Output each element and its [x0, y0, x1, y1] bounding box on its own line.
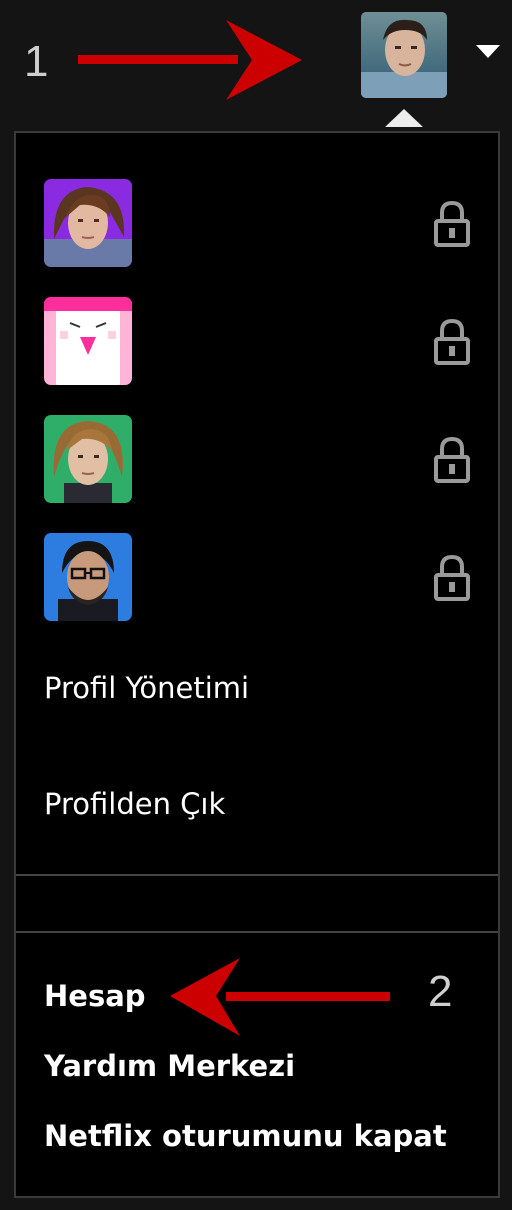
exit-profile-link[interactable]: Profilden Çık [44, 787, 225, 821]
account-link[interactable]: Hesap [44, 979, 146, 1013]
annotation-number-2: 2 [428, 967, 453, 1016]
dropdown-pointer [385, 109, 423, 127]
profile-item[interactable] [44, 179, 484, 267]
caret-down-icon[interactable] [476, 45, 500, 58]
help-center-link[interactable]: Yardım Merkezi [44, 1049, 295, 1083]
annotation-arrow-left [170, 958, 390, 1036]
profile-avatar-icon [44, 179, 132, 267]
profile-avatar [44, 179, 132, 267]
avatar-icon [361, 12, 447, 98]
profile-avatar-icon [44, 533, 132, 621]
divider [16, 931, 498, 933]
profile-avatar [44, 297, 132, 385]
profile-avatar-icon [44, 415, 132, 503]
lock-icon [434, 319, 470, 365]
lock-icon [434, 437, 470, 483]
divider [16, 874, 498, 876]
profile-item[interactable] [44, 533, 484, 621]
lock-icon [434, 555, 470, 601]
lock-icon [434, 201, 470, 247]
current-profile-avatar[interactable] [361, 12, 447, 98]
profile-avatar [44, 533, 132, 621]
annotation-arrow-right [78, 20, 302, 100]
sign-out-link[interactable]: Netflix oturumunu kapat [44, 1119, 447, 1153]
annotation-number-1: 1 [24, 37, 49, 86]
profile-avatar [44, 415, 132, 503]
profile-item[interactable] [44, 297, 484, 385]
profile-avatar-icon [44, 297, 132, 385]
manage-profiles-link[interactable]: Profil Yönetimi [44, 671, 249, 705]
profile-item[interactable] [44, 415, 484, 503]
